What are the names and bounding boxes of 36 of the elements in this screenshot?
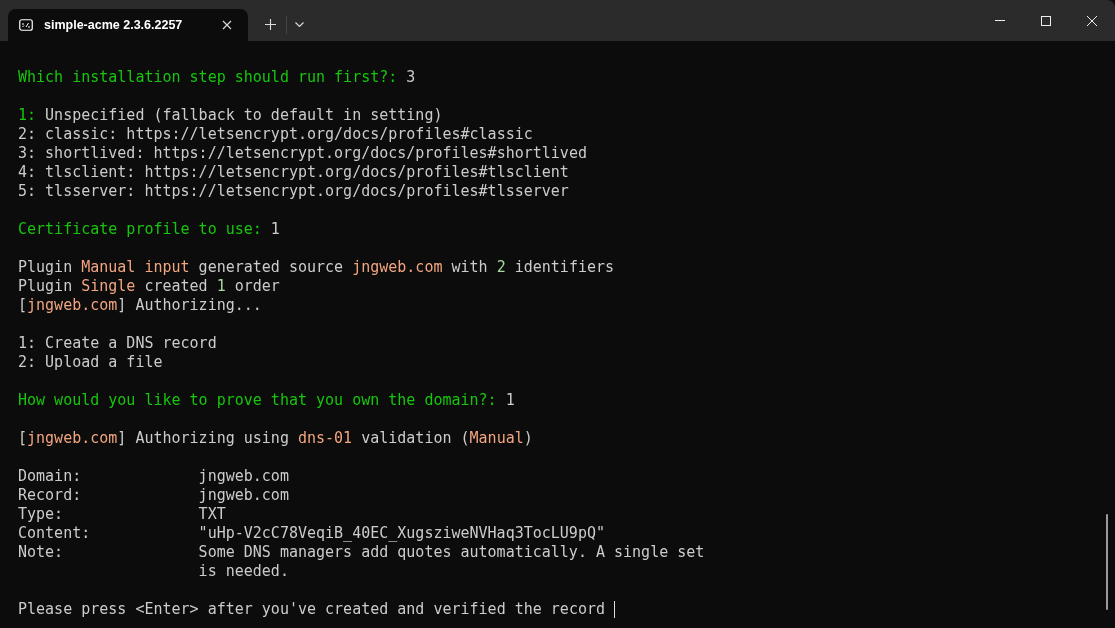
terminal-line: 4: tlsclient: https://letsencrypt.org/docs/profiles#tlsclient bbox=[18, 163, 569, 182]
terminal-line: 2: Upload a file bbox=[18, 353, 163, 372]
field-value: "uHp-V2cC78VeqiB_40EC_XugsziweNVHaq3TocLU9pQ" bbox=[198, 524, 606, 543]
terminal-line: 2: classic: https://letsencrypt.org/docs/profiles#classic bbox=[18, 125, 533, 144]
chevron-down-icon[interactable] bbox=[295, 22, 304, 27]
terminal-line: 5: tlsserver: https://letsencrypt.org/docs/profiles#tlsserver bbox=[18, 182, 569, 201]
tab-title: simple-acme 2.3.6.2257 bbox=[44, 18, 184, 32]
terminal-line: [jngweb.com] Authorizing... bbox=[18, 296, 262, 315]
terminal-line: 1: Create a DNS record bbox=[18, 334, 217, 353]
terminal-line: Plugin Single created 1 order bbox=[18, 277, 280, 296]
new-tab-icon[interactable] bbox=[265, 19, 276, 30]
scrollbar-thumb[interactable] bbox=[1106, 514, 1108, 610]
maximize-icon bbox=[1041, 15, 1051, 26]
close-icon bbox=[1087, 15, 1097, 26]
text-cursor bbox=[614, 601, 615, 618]
field-label: Domain: bbox=[18, 467, 83, 486]
terminal-line: [jngweb.com] Authorizing using dns-01 validation (Manual) bbox=[18, 429, 533, 448]
field-value: Some DNS managers add quotes automatically. A single set is needed. bbox=[198, 543, 705, 581]
field-label: Type: bbox=[18, 505, 65, 524]
field-label: Note: bbox=[18, 543, 65, 563]
terminal-line: Certificate profile to use: 1 bbox=[18, 220, 280, 239]
terminal-line: Which installation step should run first?: 3 bbox=[18, 68, 416, 87]
terminal-line: 1: Unspecified (fallback to default in setting) bbox=[18, 106, 443, 125]
field-value: jngweb.com bbox=[198, 486, 290, 505]
terminal-line: How would you like to prove that you own the domain?: 1 bbox=[18, 391, 515, 410]
minimize-icon bbox=[995, 20, 1005, 21]
prompt-line: Please press <Enter> after you've created and verified the record bbox=[18, 600, 605, 619]
terminal-tab[interactable]: simple-acme 2.3.6.2257 bbox=[8, 9, 248, 41]
terminal-line: Plugin Manual input generated source jngweb.com with 2 identifiers bbox=[18, 258, 615, 277]
field-value: jngweb.com bbox=[198, 467, 290, 486]
close-tab-icon[interactable] bbox=[222, 20, 232, 30]
field-label: Record: bbox=[18, 486, 83, 505]
field-value: TXT bbox=[198, 505, 227, 524]
field-label: Content: bbox=[18, 524, 92, 543]
terminal-icon bbox=[19, 19, 33, 31]
terminal-line: 3: shortlived: https://letsencrypt.org/docs/profiles#shortlived bbox=[18, 144, 587, 163]
